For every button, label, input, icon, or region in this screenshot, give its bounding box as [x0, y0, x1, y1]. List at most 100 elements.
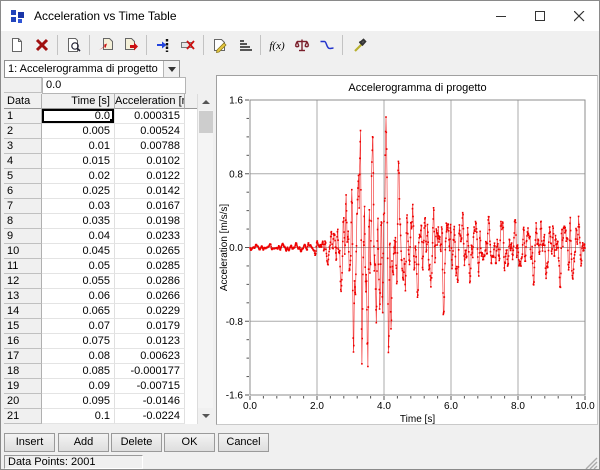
data-cell[interactable]: 0.02: [42, 169, 115, 184]
import-button[interactable]: [93, 33, 118, 57]
data-cell[interactable]: 0.0285: [115, 259, 185, 274]
data-cell[interactable]: 0.0122: [115, 169, 185, 184]
resize-grip-icon[interactable]: [585, 457, 598, 470]
row-header-cell[interactable]: 13: [4, 289, 42, 304]
data-cell[interactable]: 0.0265: [115, 244, 185, 259]
cancel-button[interactable]: Cancel: [218, 433, 269, 452]
scroll-down-button[interactable]: [198, 408, 214, 424]
data-cell[interactable]: -0.000177: [115, 364, 185, 379]
row-header-cell[interactable]: 18: [4, 364, 42, 379]
data-cell[interactable]: 0.045: [42, 244, 115, 259]
ok-button[interactable]: OK: [164, 433, 215, 452]
data-cell[interactable]: 0.015: [42, 154, 115, 169]
data-cell[interactable]: 0.0102: [115, 154, 185, 169]
data-cell[interactable]: 0.06: [42, 289, 115, 304]
data-cell[interactable]: -0.0146: [115, 394, 185, 409]
table-row: 130.060.0266: [4, 289, 197, 304]
row-header-cell[interactable]: 2: [4, 124, 42, 139]
row-header-cell[interactable]: 3: [4, 139, 42, 154]
data-cell[interactable]: 0.0266: [115, 289, 185, 304]
row-header-cell[interactable]: 7: [4, 199, 42, 214]
data-cell[interactable]: 0.0142: [115, 184, 185, 199]
sort-button[interactable]: [232, 33, 257, 57]
delete-row-button[interactable]: [175, 33, 200, 57]
data-cell[interactable]: 0.000315: [115, 109, 185, 124]
data-cell[interactable]: 0.055: [42, 274, 115, 289]
data-cell[interactable]: 0.0198: [115, 214, 185, 229]
data-cell[interactable]: 0.035: [42, 214, 115, 229]
data-cell[interactable]: 0.025: [42, 184, 115, 199]
row-header-cell[interactable]: 15: [4, 319, 42, 334]
close-button[interactable]: [560, 1, 599, 31]
minimize-button[interactable]: [482, 1, 521, 31]
sort-icon: [237, 37, 253, 53]
data-cell[interactable]: 0.03: [42, 199, 115, 214]
preview-button[interactable]: [61, 33, 86, 57]
selected-cell[interactable]: 0.0: [42, 109, 115, 124]
data-cell[interactable]: 0.0179: [115, 319, 185, 334]
row-header-cell[interactable]: 17: [4, 349, 42, 364]
tools-button[interactable]: [346, 33, 371, 57]
data-cell[interactable]: 0.08: [42, 349, 115, 364]
row-header-cell[interactable]: 16: [4, 334, 42, 349]
toolbar: f(x): [1, 31, 599, 59]
svg-text:Acceleration [m/s/s]: Acceleration [m/s/s]: [219, 204, 230, 291]
filler-cell: [185, 394, 197, 409]
add-button[interactable]: Add: [58, 433, 109, 452]
scrollbar-thumb[interactable]: [199, 111, 213, 133]
cell-editor[interactable]: 0.0: [42, 77, 186, 94]
data-cell[interactable]: 0.005: [42, 124, 115, 139]
row-header-cell[interactable]: 21: [4, 409, 42, 424]
data-cell[interactable]: 0.01: [42, 139, 115, 154]
edit-table-button[interactable]: [207, 33, 232, 57]
delete-all-button[interactable]: [29, 33, 54, 57]
data-cell[interactable]: 0.095: [42, 394, 115, 409]
data-cell[interactable]: 0.07: [42, 319, 115, 334]
row-header-cell[interactable]: 8: [4, 214, 42, 229]
chart-button[interactable]: [314, 33, 339, 57]
data-cell[interactable]: 0.09: [42, 379, 115, 394]
table-row: 30.010.00788: [4, 139, 197, 154]
row-header-cell[interactable]: 19: [4, 379, 42, 394]
row-header-cell[interactable]: 11: [4, 259, 42, 274]
maximize-button[interactable]: [521, 1, 560, 31]
row-header-cell[interactable]: 12: [4, 274, 42, 289]
balance-button[interactable]: [289, 33, 314, 57]
insert-row-button[interactable]: [150, 33, 175, 57]
data-cell[interactable]: 0.00623: [115, 349, 185, 364]
data-cell[interactable]: 0.075: [42, 334, 115, 349]
data-cell[interactable]: 0.0123: [115, 334, 185, 349]
data-cell[interactable]: 0.04: [42, 229, 115, 244]
scroll-up-button[interactable]: [198, 94, 214, 110]
data-cell[interactable]: 0.0286: [115, 274, 185, 289]
function-button[interactable]: f(x): [264, 33, 289, 57]
row-header-cell[interactable]: 5: [4, 169, 42, 184]
data-cell[interactable]: -0.0224: [115, 409, 185, 424]
export-button[interactable]: [118, 33, 143, 57]
row-header-cell[interactable]: 9: [4, 229, 42, 244]
row-header-cell[interactable]: 14: [4, 304, 42, 319]
data-cell[interactable]: -0.00715: [115, 379, 185, 394]
row-header-cell[interactable]: 1: [4, 109, 42, 124]
data-cell[interactable]: 0.085: [42, 364, 115, 379]
data-cell[interactable]: 0.0229: [115, 304, 185, 319]
row-header-cell[interactable]: 6: [4, 184, 42, 199]
filler-cell: [185, 259, 197, 274]
data-cell[interactable]: 0.00524: [115, 124, 185, 139]
data-cell[interactable]: 0.00788: [115, 139, 185, 154]
row-header-cell[interactable]: 20: [4, 394, 42, 409]
data-cell[interactable]: 0.05: [42, 259, 115, 274]
data-cell[interactable]: 0.0233: [115, 229, 185, 244]
dataset-selector[interactable]: 1: Accelerogramma di progetto: [4, 60, 180, 78]
dataset-selector-dropdown-button[interactable]: [163, 61, 179, 77]
insert-button[interactable]: Insert: [4, 433, 55, 452]
delete-button[interactable]: Delete: [111, 433, 162, 452]
new-document-button[interactable]: [4, 33, 29, 57]
data-cell[interactable]: 0.0167: [115, 199, 185, 214]
function-icon: f(x): [267, 37, 287, 53]
table-scrollbar[interactable]: [197, 94, 213, 424]
data-cell[interactable]: 0.1: [42, 409, 115, 424]
row-header-cell[interactable]: 10: [4, 244, 42, 259]
row-header-cell[interactable]: 4: [4, 154, 42, 169]
data-cell[interactable]: 0.065: [42, 304, 115, 319]
